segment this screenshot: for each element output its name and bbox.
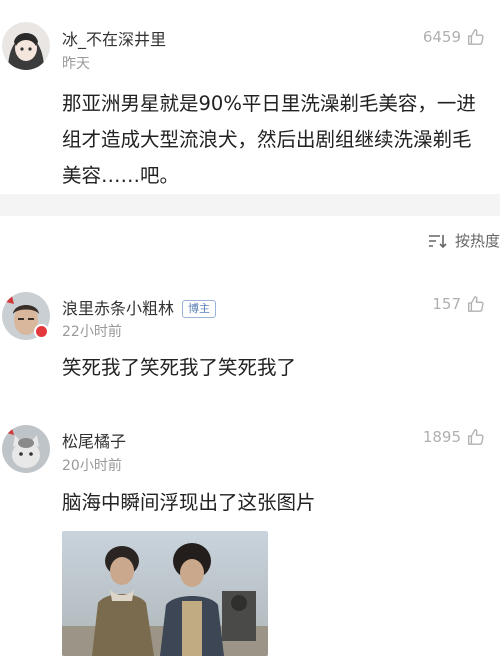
like-button[interactable]: 6459 bbox=[423, 28, 484, 46]
user-avatar[interactable] bbox=[2, 22, 50, 70]
comment-image[interactable] bbox=[62, 531, 268, 656]
section-divider bbox=[0, 194, 500, 216]
comment-text: 那亚洲男星就是90%平日里洗澡剃毛美容，一进组才造成大型流浪犬，然后出剧组继续洗… bbox=[62, 92, 476, 187]
comment-text: 笑死我了笑死我了笑死我了 bbox=[62, 356, 297, 379]
cat-avatar-icon bbox=[2, 425, 50, 473]
timestamp: 22小时前 bbox=[62, 324, 122, 340]
comment-text: 脑海中瞬间浮现出了这张图片 bbox=[62, 491, 316, 514]
like-count: 1895 bbox=[422, 428, 461, 446]
username[interactable]: 浪里赤条小粗林 博主 bbox=[62, 295, 217, 319]
verified-badge-icon bbox=[34, 324, 49, 339]
username-text: 浪里赤条小粗林 bbox=[62, 299, 175, 318]
sort-label: 按热度 bbox=[454, 232, 500, 250]
anime-avatar-icon bbox=[2, 22, 50, 70]
author-badge: 博主 bbox=[182, 300, 217, 318]
sort-icon bbox=[428, 234, 447, 248]
comment-item: 浪里赤条小粗林 博主 22小时前 157 笑死我了笑死我了笑死我了 bbox=[0, 280, 500, 390]
comment-item: 冰_不在深井里 昨天 6459 那亚洲男星就是90%平日里洗澡剃毛美容，一进组才… bbox=[0, 0, 500, 194]
timestamp: 昨天 bbox=[62, 56, 90, 72]
thumbs-up-icon bbox=[468, 296, 484, 312]
sort-toggle[interactable]: 按热度 bbox=[427, 230, 500, 251]
user-avatar[interactable] bbox=[2, 425, 50, 473]
username[interactable]: 松尾橘子 bbox=[62, 428, 126, 452]
thumbs-up-icon bbox=[468, 429, 484, 445]
username[interactable]: 冰_不在深井里 bbox=[62, 26, 166, 50]
like-count: 157 bbox=[432, 295, 461, 313]
like-button[interactable]: 1895 bbox=[423, 428, 484, 446]
thumbs-up-icon bbox=[468, 29, 484, 45]
like-button[interactable]: 157 bbox=[432, 295, 484, 313]
like-count: 6459 bbox=[422, 28, 461, 46]
film-still-image bbox=[62, 531, 268, 656]
timestamp: 20小时前 bbox=[62, 458, 122, 474]
